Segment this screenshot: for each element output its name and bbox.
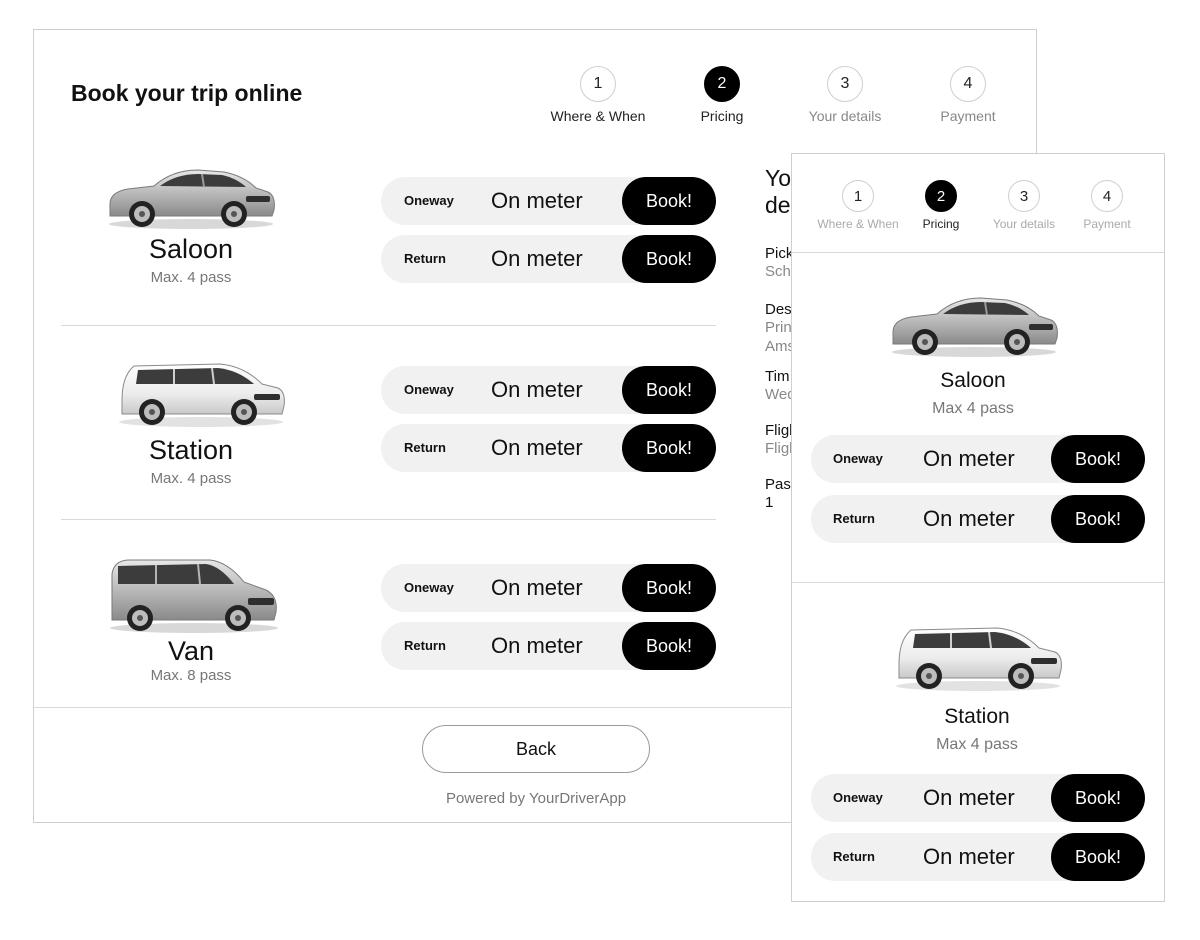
sedan-car-image	[889, 290, 1061, 362]
step-label: Pricing	[700, 108, 744, 124]
divider	[792, 582, 1164, 583]
divider	[61, 519, 716, 520]
step-payment[interactable]: 4 Payment	[923, 66, 1013, 124]
price-option-oneway: Oneway On meter Book!	[381, 366, 716, 414]
step-number: 2	[925, 180, 957, 212]
trip-type-label: Return	[404, 638, 446, 653]
step-label: Your details	[808, 108, 882, 124]
book-button[interactable]: Book!	[622, 366, 716, 414]
price-value: On meter	[923, 844, 1015, 869]
vehicle-capacity: Max 4 pass	[936, 736, 1018, 753]
book-button[interactable]: Book!	[1051, 435, 1145, 483]
vehicle-name: Station	[944, 705, 1010, 728]
vehicle-name: Van	[167, 636, 215, 666]
vehicle-name: Saloon	[940, 369, 1006, 392]
step-label: Where & When	[550, 108, 646, 124]
book-button[interactable]: Book!	[622, 622, 716, 670]
book-button[interactable]: Book!	[622, 424, 716, 472]
station-wagon-car-image	[893, 620, 1065, 696]
step-pricing[interactable]: 2 Pricing	[677, 66, 767, 124]
page-title: Book your trip online	[71, 80, 303, 106]
book-button[interactable]: Book!	[622, 235, 716, 283]
step-number: 3	[827, 66, 863, 102]
trip-type-label: Return	[833, 849, 875, 864]
trip-type-label: Oneway	[404, 382, 454, 397]
sedan-car-image	[106, 162, 278, 234]
trip-type-label: Return	[404, 251, 446, 266]
price-option-oneway: Oneway On meter Book!	[381, 177, 716, 225]
step-where-when[interactable]: 1 Where & When	[550, 66, 646, 124]
step-label: Where & When	[817, 217, 899, 231]
step-label: Your details	[992, 217, 1056, 231]
step-your-details[interactable]: 3 Your details	[800, 66, 890, 124]
price-value: On meter	[491, 188, 583, 213]
step-label: Pricing	[922, 217, 960, 231]
price-value: On meter	[491, 633, 583, 658]
price-value: On meter	[491, 377, 583, 402]
station-wagon-car-image	[116, 356, 288, 432]
vehicle-capacity: Max 4 pass	[932, 400, 1014, 417]
book-button[interactable]: Book!	[1051, 495, 1145, 543]
step-pricing[interactable]: 2 Pricing	[905, 180, 977, 231]
step-number: 2	[704, 66, 740, 102]
price-value: On meter	[923, 785, 1015, 810]
divider	[61, 325, 716, 326]
divider	[792, 252, 1164, 253]
price-option-return: Return On meter Book!	[381, 235, 716, 283]
back-button[interactable]: Back	[422, 725, 650, 773]
trip-type-label: Oneway	[833, 790, 883, 805]
book-button[interactable]: Book!	[622, 564, 716, 612]
step-number: 1	[842, 180, 874, 212]
trip-type-label: Oneway	[404, 193, 454, 208]
vehicle-name: Station	[148, 435, 234, 465]
step-your-details[interactable]: 3 Your details	[984, 180, 1064, 231]
vehicle-capacity: Max. 8 pass	[150, 667, 232, 684]
powered-by-text: Powered by YourDriverApp	[445, 790, 627, 807]
price-option-oneway: Oneway On meter Book!	[811, 435, 1145, 483]
trip-type-label: Oneway	[404, 580, 454, 595]
step-number: 4	[950, 66, 986, 102]
trip-type-label: Return	[404, 440, 446, 455]
price-value: On meter	[923, 506, 1015, 531]
price-option-return: Return On meter Book!	[811, 833, 1145, 881]
price-option-return: Return On meter Book!	[381, 424, 716, 472]
vehicle-capacity: Max. 4 pass	[150, 269, 232, 286]
step-where-when[interactable]: 1 Where & When	[812, 180, 904, 231]
price-value: On meter	[491, 435, 583, 460]
price-value: On meter	[491, 575, 583, 600]
van-car-image	[106, 554, 282, 638]
step-number: 3	[1008, 180, 1040, 212]
price-option-oneway: Oneway On meter Book!	[381, 564, 716, 612]
vehicle-name: Saloon	[148, 234, 234, 264]
trip-type-label: Oneway	[833, 451, 883, 466]
step-label: Payment	[1083, 217, 1131, 231]
price-option-return: Return On meter Book!	[811, 495, 1145, 543]
book-button[interactable]: Book!	[622, 177, 716, 225]
trip-type-label: Return	[833, 511, 875, 526]
vehicle-capacity: Max. 4 pass	[150, 470, 232, 487]
mobile-booking-card: 1 Where & When 2 Pricing 3 Your details …	[791, 153, 1165, 902]
book-button[interactable]: Book!	[1051, 774, 1145, 822]
step-label: Payment	[940, 108, 996, 124]
price-value: On meter	[491, 246, 583, 271]
step-number: 1	[580, 66, 616, 102]
book-button[interactable]: Book!	[1051, 833, 1145, 881]
step-number: 4	[1091, 180, 1123, 212]
price-option-return: Return On meter Book!	[381, 622, 716, 670]
price-option-oneway: Oneway On meter Book!	[811, 774, 1145, 822]
price-value: On meter	[923, 446, 1015, 471]
step-payment[interactable]: 4 Payment	[1071, 180, 1143, 231]
